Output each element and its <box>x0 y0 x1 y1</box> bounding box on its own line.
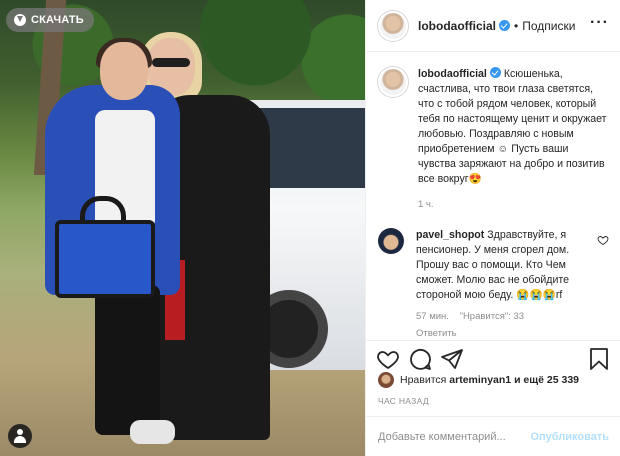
caption-avatar[interactable] <box>378 67 408 97</box>
caption-body: lobodaofficial Ксюшенька, счастлива, что… <box>418 67 608 212</box>
heart-icon[interactable] <box>376 347 400 371</box>
share-icon[interactable] <box>440 347 464 371</box>
post-side-panel: lobodaofficial • Подписки ··· lobodaoffi… <box>365 0 620 456</box>
caption-username[interactable]: lobodaofficial <box>418 67 501 80</box>
download-icon <box>14 14 26 26</box>
post-photo[interactable]: СКАЧАТЬ <box>0 0 365 456</box>
comment-likes[interactable]: "Нравится": 33 <box>460 311 525 322</box>
likes-prefix: Нравится <box>400 374 447 386</box>
bookmark-icon[interactable] <box>587 347 611 371</box>
comment-username[interactable]: pavel_shopot <box>416 229 484 241</box>
comment-input[interactable] <box>378 430 531 443</box>
author-avatar[interactable] <box>378 10 408 41</box>
author-username[interactable]: lobodaofficial <box>418 19 510 33</box>
comment-item: pavel_shopot Здравствуйте, я пенсионер. … <box>378 228 609 341</box>
caption-meta: 1 ч. <box>418 197 608 212</box>
verified-badge-icon <box>489 67 501 78</box>
liker-username[interactable]: arteminyan1 <box>449 374 511 386</box>
post-comment-button[interactable]: Опубликовать <box>530 431 609 443</box>
separator-dot: • <box>514 18 519 33</box>
comment-heart-icon[interactable] <box>597 234 609 246</box>
blue-handbag <box>55 220 155 298</box>
caption: lobodaofficial Ксюшенька, счастлива, что… <box>378 67 609 212</box>
commenter-avatar[interactable] <box>378 228 404 254</box>
comment-body: pavel_shopot Здравствуйте, я пенсионер. … <box>416 228 596 341</box>
sneakers <box>130 420 175 444</box>
sunglasses <box>152 58 190 67</box>
person-left-legs <box>95 285 160 435</box>
comment-time[interactable]: 57 мин. <box>416 311 449 322</box>
caption-text: Ксюшенька, счастлива, что твои глаза све… <box>418 68 607 185</box>
reply-button[interactable]: Ответить <box>416 326 596 341</box>
download-label: СКАЧАТЬ <box>31 14 84 26</box>
post-time[interactable]: ЧАС НАЗАД <box>378 396 429 406</box>
comment-meta: 57 мин. "Нравится": 33 <box>416 309 596 324</box>
user-tag-icon[interactable] <box>8 424 32 448</box>
likes-summary: Нравится arteminyan1 и ещё 25 339 <box>378 372 579 388</box>
likes-count[interactable]: и ещё 25 339 <box>514 374 579 386</box>
comments-section: lobodaofficial Ксюшенька, счастлива, что… <box>366 53 620 340</box>
person-left-face <box>100 42 148 100</box>
liker-avatar[interactable] <box>378 372 394 388</box>
download-button[interactable]: СКАЧАТЬ <box>6 8 94 32</box>
caption-time[interactable]: 1 ч. <box>418 199 434 210</box>
post-header: lobodaofficial • Подписки ··· <box>366 0 620 52</box>
following-button[interactable]: Подписки <box>522 19 575 33</box>
add-comment-bar: Опубликовать <box>366 416 620 456</box>
verified-badge-icon <box>499 19 510 31</box>
action-bar <box>366 340 620 376</box>
comment-icon[interactable] <box>408 347 432 371</box>
more-options-icon[interactable]: ··· <box>590 15 609 31</box>
